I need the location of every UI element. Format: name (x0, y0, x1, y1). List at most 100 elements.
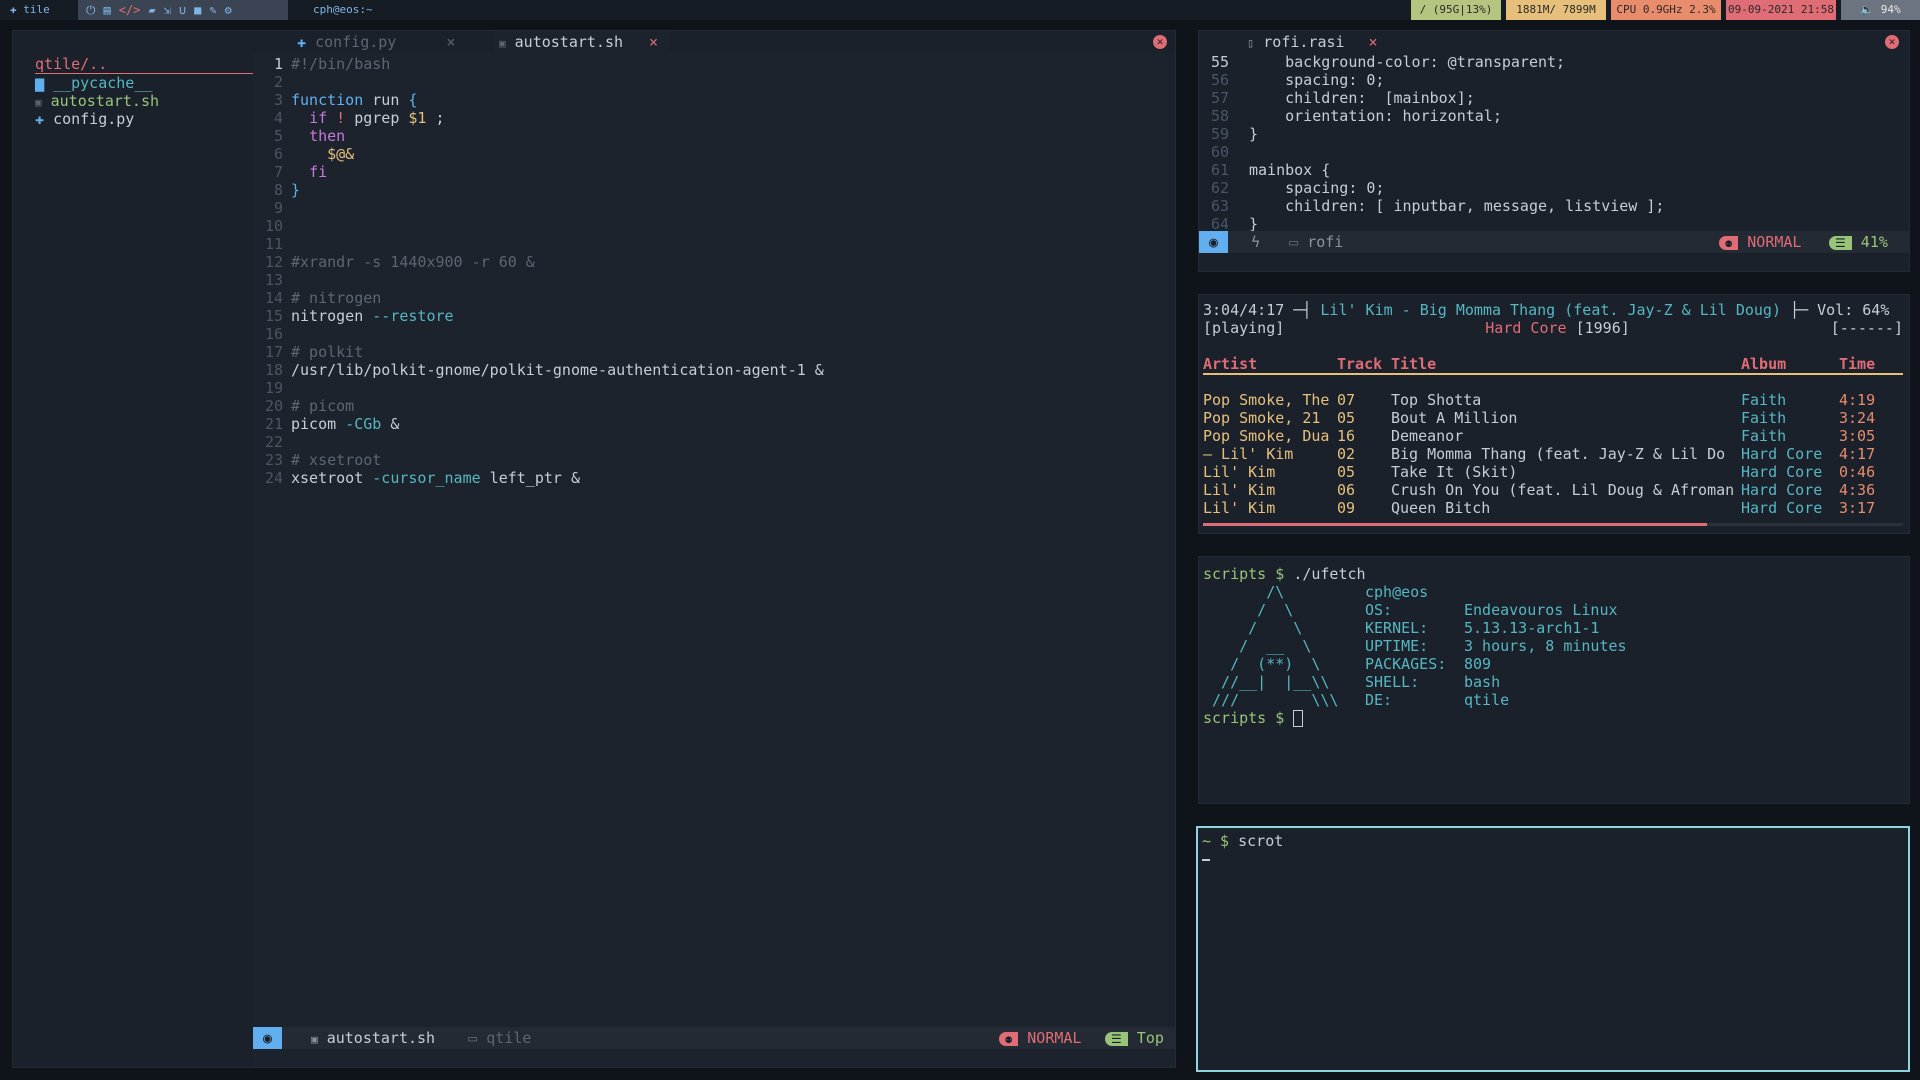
track-row[interactable]: Lil' Kim 09 Queen Bitch Hard Core 3:17 (1203, 499, 1903, 517)
tree-item-autostart[interactable]: ▣ autostart.sh (35, 92, 255, 110)
power-icon[interactable]: ⏻ (86, 3, 96, 18)
tab-close-icon[interactable]: × (649, 33, 658, 51)
tab-config-py[interactable]: ✚ config.py × (297, 31, 455, 53)
ufetch-terminal[interactable]: scripts $ ./ufetch /\ / \ / \ / __ \ / (… (1198, 556, 1910, 804)
code-icon[interactable]: </> (119, 3, 141, 17)
video-icon[interactable]: ■ (194, 3, 201, 17)
tab-close-icon[interactable]: × (1369, 33, 1378, 51)
close-window-icon[interactable]: ✕ (1153, 35, 1167, 49)
line-number: 16 (264, 325, 283, 343)
line-number: 57 (1210, 89, 1229, 107)
folder-icon[interactable]: ▰ (148, 3, 155, 17)
line-number: 60 (1210, 143, 1229, 161)
volume-widget[interactable]: 🔈 94% (1841, 0, 1920, 20)
tab-rofi-rasi[interactable]: ▯ rofi.rasi × (1247, 31, 1378, 53)
magnet-icon[interactable]: ∪ (179, 3, 186, 17)
line-content: # xsetroot (291, 451, 382, 469)
prompt-line[interactable]: scripts $ (1203, 709, 1903, 727)
line-number: 17 (264, 343, 283, 361)
header-row: Artist Track Title Album Time (1203, 355, 1903, 373)
info-value: Endeavouros Linux (1464, 601, 1618, 619)
track-row[interactable]: Pop Smoke, The 07 Top Shotta Faith 4:19 (1203, 391, 1903, 409)
info-key: SHELL: (1365, 673, 1420, 691)
track-time: 3:24 (1839, 409, 1876, 427)
track-time: 0:46 (1839, 463, 1876, 481)
track-album: Hard Core (1741, 499, 1823, 517)
track-row[interactable]: Pop Smoke, Dua 16 Demeanor Faith 3:05 (1203, 427, 1903, 445)
line-content: } (291, 181, 301, 199)
memory-widget: 1881M/ 7899M (1506, 0, 1606, 20)
track-time: 4:36 (1839, 481, 1876, 499)
line-content: # polkit (291, 343, 364, 361)
tree-item-pycache[interactable]: ▆ __pycache__ (35, 74, 255, 92)
track-title: Demeanor (1391, 427, 1464, 445)
terminal-icon[interactable]: ▤ (104, 3, 111, 17)
line-number: 59 (1210, 125, 1229, 143)
status-file: autostart.sh (326, 1029, 436, 1047)
status-line: [playing] Hard Core [1996] [------] (1203, 319, 1903, 337)
track-row[interactable]: Lil' Kim 05 Take It (Skit) Hard Core 0:46 (1203, 463, 1903, 481)
code-line: 13 (253, 271, 1153, 289)
info-value: qtile (1464, 691, 1510, 709)
mode-badge-icon: ⚉ (1719, 236, 1739, 250)
code-line: 17 # polkit (253, 343, 1153, 361)
col-time[interactable]: Time (1839, 355, 1899, 373)
code-line: 15 nitrogen --restore (253, 307, 1153, 325)
window-title: cph@eos:~ (313, 3, 373, 16)
line-content: /usr/lib/polkit-gnome/polkit-gnome-authe… (291, 361, 824, 379)
lines-icon: ☰ (1829, 236, 1852, 250)
tab-close-icon[interactable]: × (446, 33, 455, 51)
code-line: 14 # nitrogen (253, 289, 1153, 307)
folder-icon: ▭ (1289, 233, 1299, 251)
track-number: 09 (1337, 499, 1356, 517)
track-artist: Pop Smoke, 21 (1203, 409, 1321, 427)
tab-label: config.py (315, 33, 397, 51)
line-number: 61 (1210, 161, 1229, 179)
code-view[interactable]: 55 background-color: @transparent; 56 spa… (1199, 53, 1664, 233)
info-key: UPTIME: (1365, 637, 1429, 655)
track-album: Faith (1741, 409, 1787, 427)
track-row[interactable]: Pop Smoke, 21 05 Bout A Million Faith 3:24 (1203, 409, 1903, 427)
album-name: Hard Core (1485, 319, 1567, 337)
tab-autostart-sh[interactable]: ▣ autostart.sh × (493, 31, 669, 53)
ascii-art-line: //__| |__\\ (1203, 673, 1330, 691)
col-title[interactable]: Title (1391, 355, 1741, 373)
position-label: Top (1136, 1029, 1164, 1047)
prompt: ~ $ (1202, 832, 1239, 850)
track-artist: — Lil' Kim (1203, 445, 1294, 463)
folder-icon: ▭ (468, 1029, 478, 1047)
edit-icon[interactable]: ✎ (209, 3, 216, 17)
track-time: 3:17 (1839, 499, 1876, 517)
col-album[interactable]: Album (1741, 355, 1839, 373)
tab-label: rofi.rasi (1263, 33, 1345, 51)
line-number: 1 (273, 55, 283, 73)
track-album: Hard Core (1741, 445, 1823, 463)
line-content: # nitrogen (291, 289, 382, 307)
tree-item-label: __pycache__ (53, 74, 153, 92)
status-position: ☰ Top (1105, 1027, 1164, 1050)
track-row[interactable]: Lil' Kim 06 Crush On You (feat. Lil Doug &… (1203, 481, 1903, 499)
tree-root[interactable]: qtile/.. (35, 55, 255, 74)
col-artist[interactable]: Artist (1203, 355, 1337, 373)
code-line: 19 (253, 379, 1153, 397)
track-row[interactable]: — Lil' Kim 02 Big Momma Thang (feat. Jay-Z… (1203, 445, 1903, 463)
arrow-icon[interactable]: ⇲ (164, 3, 171, 17)
track-album: Hard Core (1741, 481, 1823, 499)
line-number: 4 (273, 109, 283, 127)
speaker-icon: 🔈 (1860, 3, 1875, 16)
track-time: 3:05 (1839, 427, 1876, 445)
scrot-terminal[interactable]: ~ $ scrot (1196, 826, 1910, 1072)
prompt: scripts $ (1203, 709, 1294, 727)
tab-label: autostart.sh (514, 33, 624, 51)
prompt: scripts $ (1203, 565, 1294, 583)
code-view[interactable]: 1 #!/bin/bash 2 3 function run {4 if ! pgrep… (253, 55, 1153, 487)
close-window-icon[interactable]: ✕ (1885, 35, 1899, 49)
col-track[interactable]: Track (1337, 355, 1391, 373)
code-line: 10 (253, 217, 1153, 235)
progress-track[interactable] (1203, 523, 1903, 526)
line-content: picom -CGb & (291, 415, 400, 433)
gear-icon[interactable]: ⚙ (225, 3, 232, 17)
command-line: ~ $ scrot (1202, 832, 1283, 850)
tree-item-config[interactable]: ✚ config.py (35, 110, 255, 128)
line-content: mainbox { (1249, 161, 1331, 179)
